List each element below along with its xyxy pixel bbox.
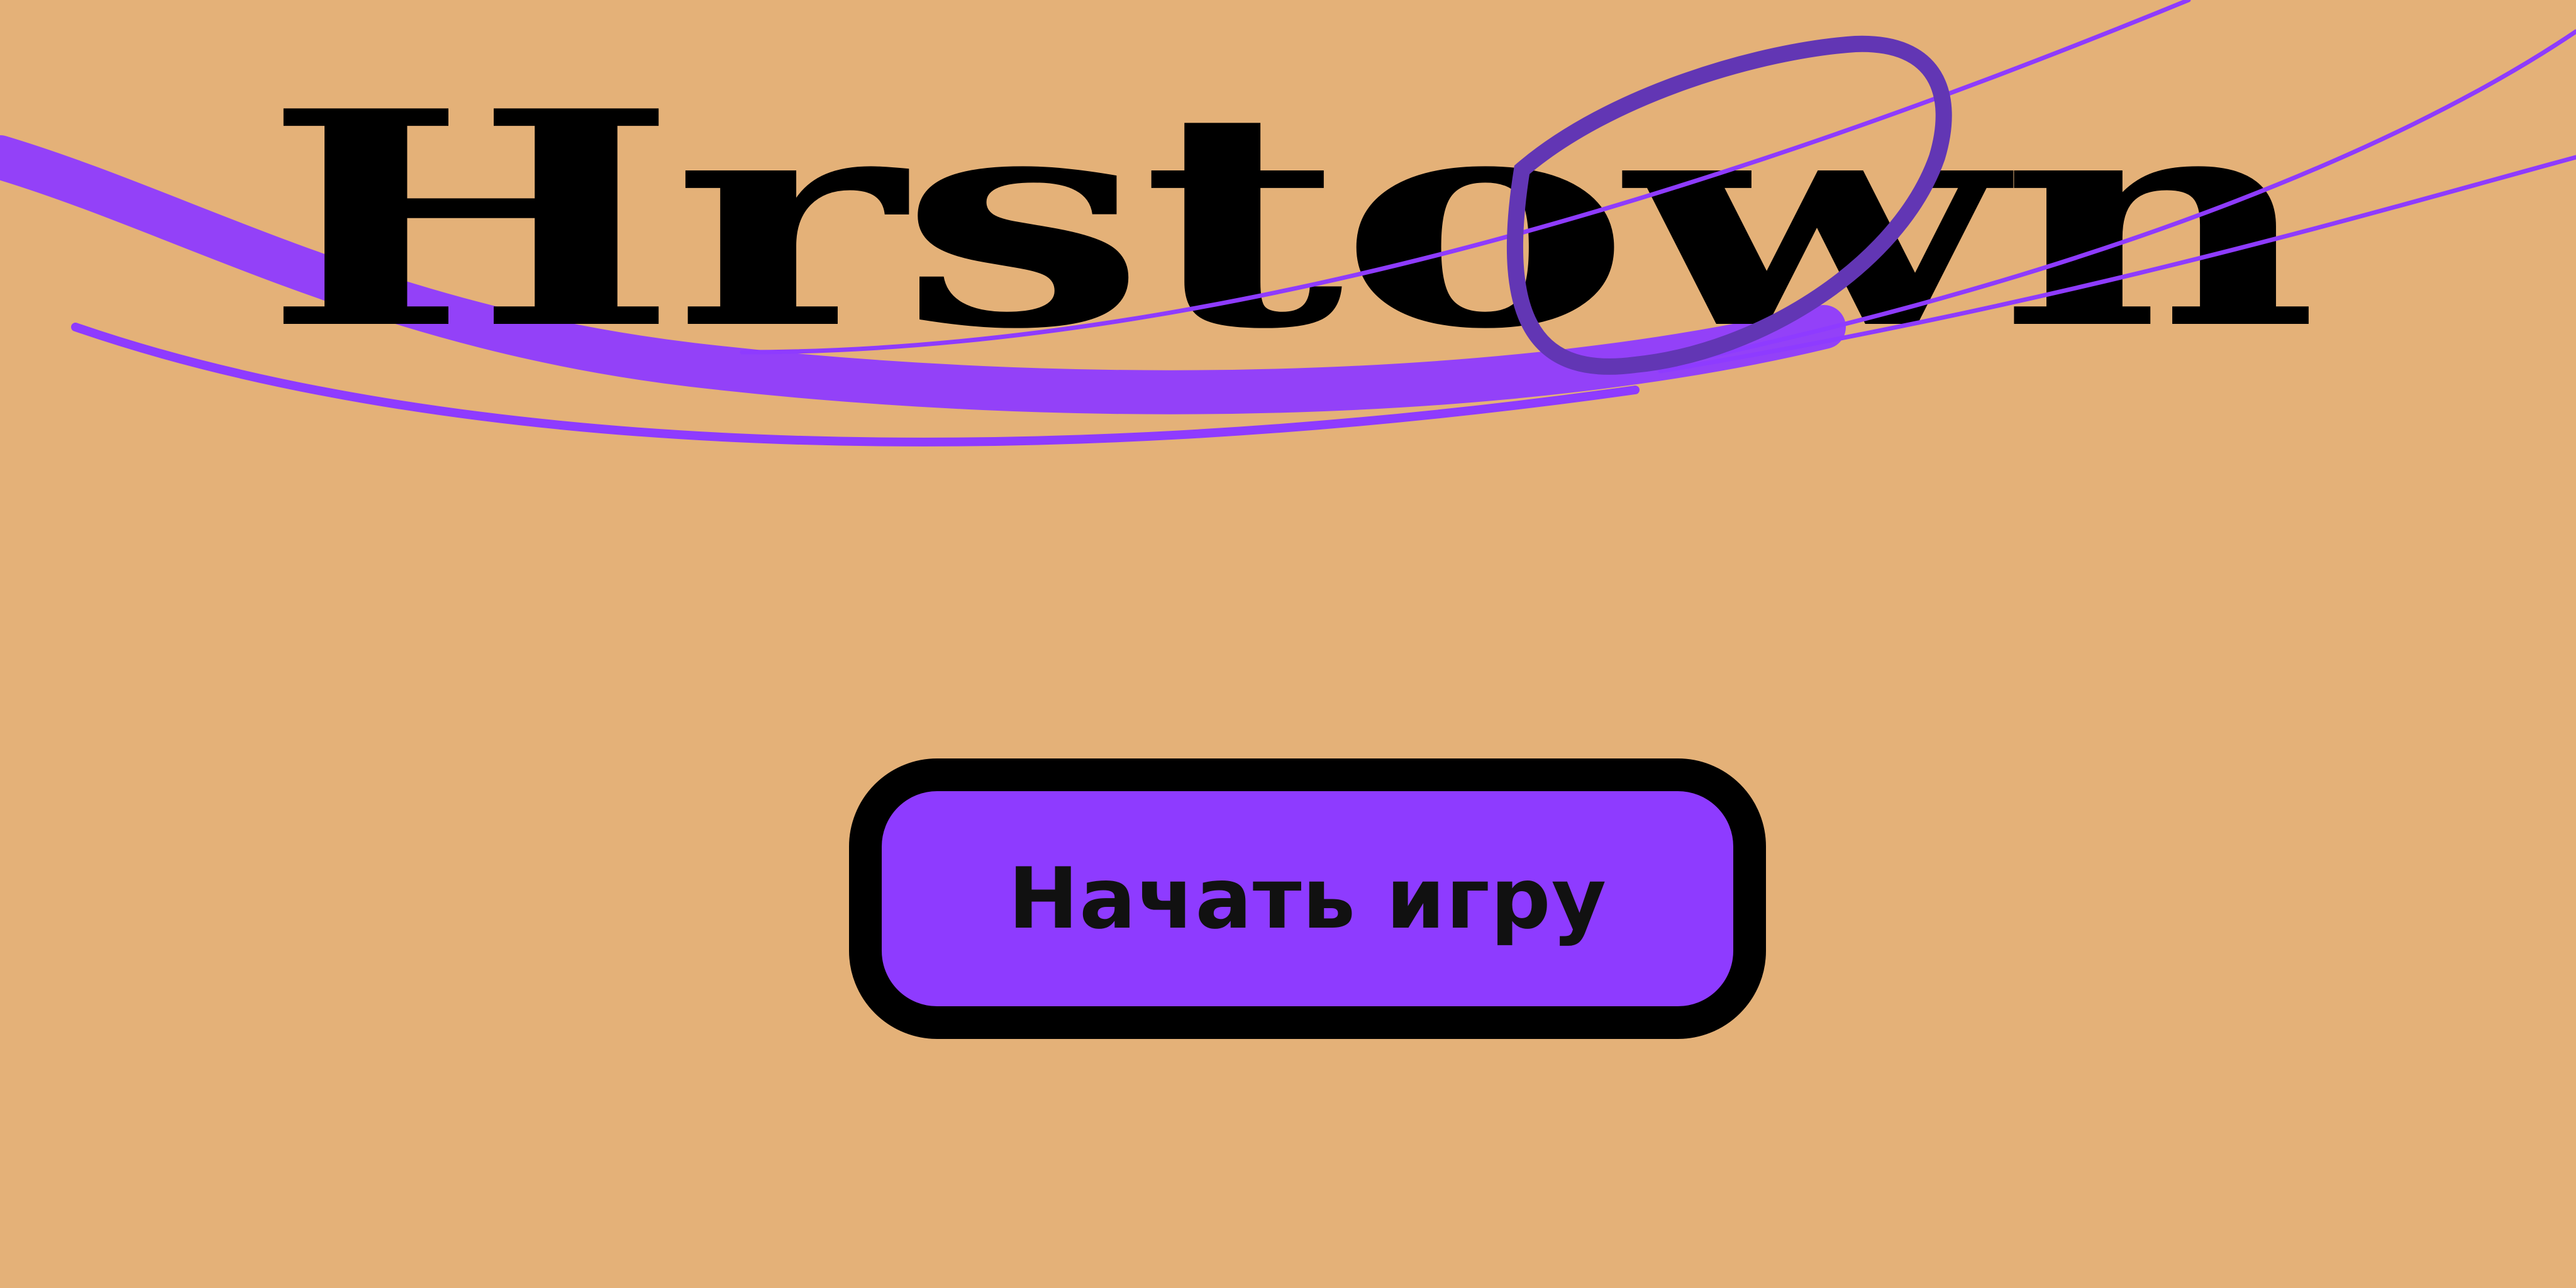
game-title: Hrstown <box>263 47 2315 394</box>
start-game-button-label: Начать игру <box>1008 850 1607 948</box>
title-logo: Hrstown <box>0 0 2576 447</box>
start-game-button[interactable]: Начать игру <box>849 758 1766 1039</box>
title-screen: Hrstown Начать игру <box>0 0 2576 1288</box>
